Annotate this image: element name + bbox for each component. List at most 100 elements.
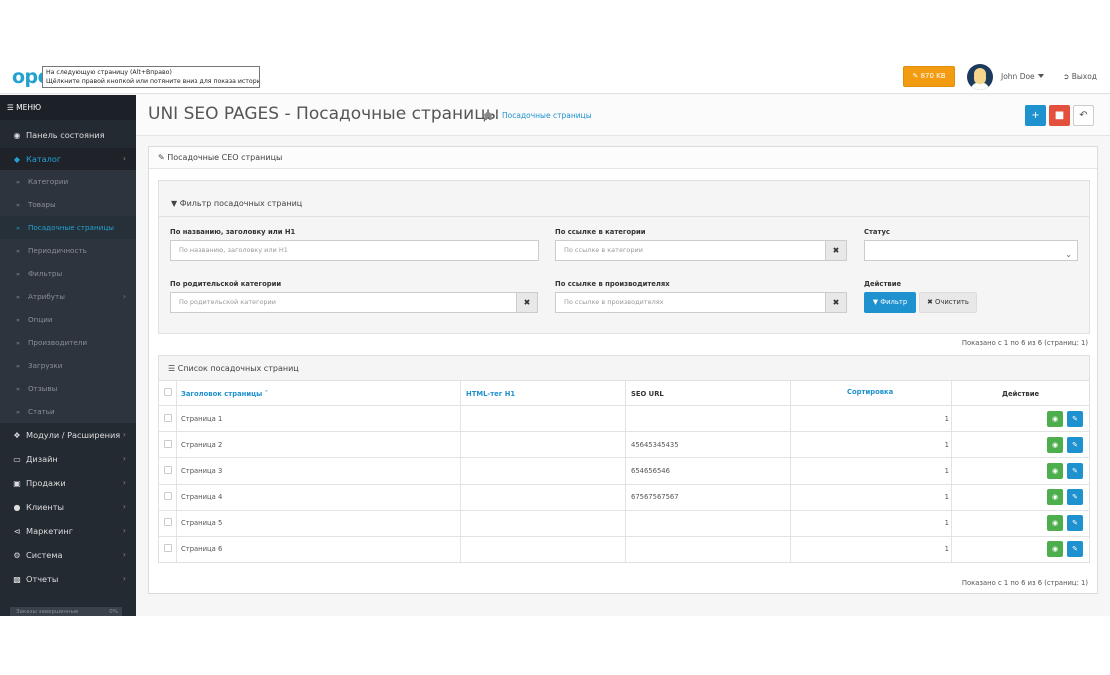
sidebar-sub-attributes[interactable]: » Атрибуты › xyxy=(0,285,136,308)
column-divider xyxy=(951,381,952,563)
user-name[interactable]: John Doe xyxy=(1001,72,1035,81)
angle-double-right-icon: » xyxy=(16,224,20,232)
menu-toggle[interactable]: ☰ МЕНЮ xyxy=(0,95,136,120)
filter-name-input[interactable]: По названию, заголовку или H1 xyxy=(170,240,539,261)
view-button[interactable]: ◉ xyxy=(1047,463,1063,479)
sidebar-sub-label: Отзывы xyxy=(28,384,58,393)
column-header-title[interactable]: Заголовок страницы ˆ xyxy=(181,390,268,398)
filter-status-select[interactable]: ⌄ xyxy=(864,240,1078,261)
row-title: Страница 5 xyxy=(181,519,223,527)
edit-button[interactable]: ✎ xyxy=(1067,541,1083,557)
chevron-right-icon: › xyxy=(122,502,126,511)
row-checkbox[interactable] xyxy=(164,414,172,422)
pages-list-box: ☰ Список посадочных страниц Заголовок ст… xyxy=(158,355,1090,563)
row-checkbox[interactable] xyxy=(164,518,172,526)
sidebar-sub-landing-pages[interactable]: » Посадочные страницы xyxy=(0,216,136,239)
tooltip-line-1: На следующую страницу (Alt+Вправо) xyxy=(46,69,172,76)
view-button[interactable]: ◉ xyxy=(1047,411,1063,427)
breadcrumb[interactable]: Посадочные страницы xyxy=(502,111,592,120)
sidebar-item-label: Дизайн xyxy=(26,454,58,464)
sidebar-sub-reviews[interactable]: » Отзывы xyxy=(0,377,136,400)
sidebar-sub-manufacturers[interactable]: » Производители xyxy=(0,331,136,354)
caret-up-icon: ˆ xyxy=(264,390,269,398)
sidebar-item-label: Маркетинг xyxy=(26,526,74,536)
share-icon: ⊲ xyxy=(13,527,21,536)
edit-button[interactable]: ✎ xyxy=(1067,463,1083,479)
sidebar-item-catalog[interactable]: ◆ Каталог › xyxy=(0,148,136,170)
back-button[interactable]: ↶ xyxy=(1073,105,1094,126)
view-button[interactable]: ◉ xyxy=(1047,437,1063,453)
avatar[interactable] xyxy=(967,64,993,90)
column-header-h1[interactable]: HTML-тег H1 xyxy=(466,390,515,398)
clear-button-label: Очистить xyxy=(935,298,969,306)
angle-double-right-icon: » xyxy=(16,270,20,278)
reply-icon: ↶ xyxy=(1079,110,1088,121)
edit-button[interactable]: ✎ xyxy=(1067,411,1083,427)
sidebar-sub-label: Загрузки xyxy=(28,361,63,370)
row-seo-url: 67567567567 xyxy=(631,493,679,501)
clear-manufacturer-button[interactable]: ✖ xyxy=(826,292,847,313)
edit-button[interactable]: ✎ xyxy=(1067,437,1083,453)
sidebar-item-system[interactable]: ⚙ Система › xyxy=(0,543,136,567)
clear-filter-button[interactable]: ✖ Очистить xyxy=(919,292,977,313)
sidebar-sub-categories[interactable]: » Категории xyxy=(0,170,136,193)
row-title: Страница 4 xyxy=(181,493,223,501)
logout-link[interactable]: ➲ Выход xyxy=(1063,72,1097,81)
clear-parent-button[interactable]: ✖ xyxy=(517,292,538,313)
sidebar-sub-label: Статьи xyxy=(28,407,55,416)
browser-tooltip: На следующую страницу (Alt+Вправо) Щёлкн… xyxy=(42,66,260,88)
sidebar-item-modules[interactable]: ❖ Модули / Расширения › xyxy=(0,423,136,447)
sidebar-sub-products[interactable]: » Товары xyxy=(0,193,136,216)
row-sort: 1 xyxy=(944,441,949,449)
cache-size-button[interactable]: ✎ 870 KB xyxy=(903,66,955,87)
view-button[interactable]: ◉ xyxy=(1047,541,1063,557)
filter-status-label: Статус xyxy=(864,228,890,236)
row-divider xyxy=(159,457,1089,458)
row-checkbox[interactable] xyxy=(164,466,172,474)
angle-double-right-icon: » xyxy=(16,408,20,416)
row-checkbox[interactable] xyxy=(164,544,172,552)
sidebar-item-design[interactable]: ▭ Дизайн › xyxy=(0,447,136,471)
sidebar-item-reports[interactable]: ▩ Отчеты › xyxy=(0,567,136,591)
filter-manufacturer-input[interactable]: По ссылке в производителях xyxy=(555,292,826,313)
filter-category-link-input[interactable]: По ссылке в категории xyxy=(555,240,826,261)
filter-parent-input[interactable]: По родительской категории xyxy=(170,292,517,313)
clear-category-link-button[interactable]: ✖ xyxy=(826,240,847,261)
chevron-right-icon: › xyxy=(122,550,126,559)
orders-progress: Заказы завершенные 0% xyxy=(10,607,122,616)
add-button[interactable]: + xyxy=(1025,105,1046,126)
column-divider xyxy=(790,381,791,563)
sidebar-sub-articles[interactable]: » Статьи xyxy=(0,400,136,423)
sidebar-sub-options[interactable]: » Опции xyxy=(0,308,136,331)
edit-button[interactable]: ✎ xyxy=(1067,489,1083,505)
edit-button[interactable]: ✎ xyxy=(1067,515,1083,531)
sidebar-item-marketing[interactable]: ⊲ Маркетинг › xyxy=(0,519,136,543)
row-checkbox[interactable] xyxy=(164,492,172,500)
view-button[interactable]: ◉ xyxy=(1047,489,1063,505)
column-header-sort[interactable]: Сортировка xyxy=(847,388,893,396)
filter-button[interactable]: ▼ Фильтр xyxy=(864,292,916,313)
sidebar-item-label: Клиенты xyxy=(26,502,64,512)
chevron-down-icon[interactable] xyxy=(1038,74,1044,78)
select-all-checkbox[interactable] xyxy=(164,388,172,396)
sidebar-sub-filters[interactable]: » Фильтры xyxy=(0,262,136,285)
sidebar-sub-downloads[interactable]: » Загрузки xyxy=(0,354,136,377)
home-icon[interactable] xyxy=(483,111,493,120)
list-title: Список посадочных страниц xyxy=(177,364,299,373)
logout-label: Выход xyxy=(1071,72,1097,81)
top-header: ope На следующую страницу (Alt+Вправо) Щ… xyxy=(0,63,1110,94)
row-checkbox[interactable] xyxy=(164,440,172,448)
sidebar-item-dashboard[interactable]: ◉ Панель состояния xyxy=(0,126,136,144)
row-divider xyxy=(159,510,1089,511)
dashboard-icon: ◉ xyxy=(13,131,21,140)
tag-icon: ◆ xyxy=(13,155,21,164)
sidebar-item-customers[interactable]: ● Клиенты › xyxy=(0,495,136,519)
sidebar-sub-recurring[interactable]: » Периодичность xyxy=(0,239,136,262)
sidebar-item-sales[interactable]: ▣ Продажи › xyxy=(0,471,136,495)
menu-title-label: МЕНЮ xyxy=(16,103,42,112)
filter-icon: ▼ xyxy=(171,199,178,208)
row-divider xyxy=(159,484,1089,485)
view-button[interactable]: ◉ xyxy=(1047,515,1063,531)
delete-button[interactable]: ■ xyxy=(1049,105,1070,126)
row-divider xyxy=(159,536,1089,537)
